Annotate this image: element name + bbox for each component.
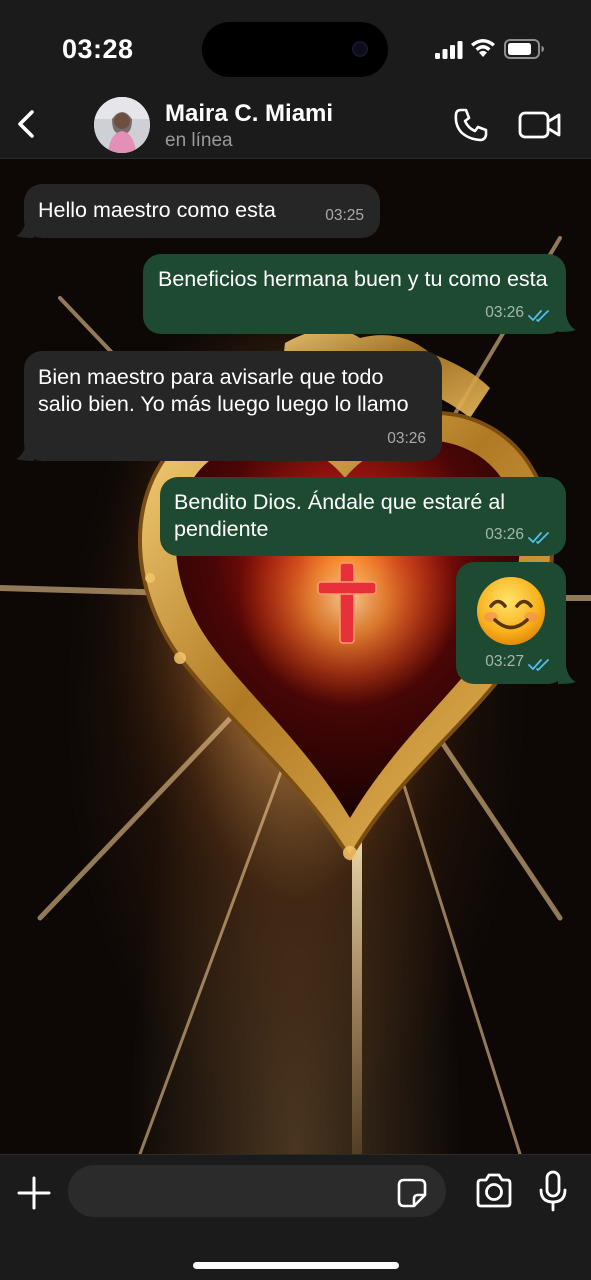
message-time: 03:26 (485, 526, 524, 543)
wifi-icon (471, 39, 495, 57)
contact-status: en línea (165, 130, 233, 151)
phone-icon[interactable] (452, 106, 490, 144)
chat-header: Maira C. Miami en línea (0, 92, 591, 159)
message-text: Hello maestro como esta (38, 198, 276, 222)
contact-name[interactable]: Maira C. Miami (165, 100, 333, 128)
avatar[interactable] (94, 97, 150, 153)
message-incoming[interactable]: Bien maestro para avisarle que todo sali… (24, 351, 442, 461)
battery-icon (504, 39, 544, 59)
message-text: Bien maestro para avisarle que todo sali… (38, 365, 409, 416)
status-bar: 03:28 (0, 0, 591, 92)
read-receipt-icon (528, 310, 549, 322)
front-camera-icon (352, 41, 368, 57)
message-input[interactable] (68, 1165, 446, 1217)
camera-icon[interactable] (474, 1172, 514, 1210)
sticker-icon[interactable] (396, 1177, 428, 1209)
message-time: 03:26 (387, 430, 426, 447)
chat-screen: 03:28 Maira C. Miami en línea Hello maes… (0, 0, 591, 1280)
message-text: Beneficios hermana buen y tu como esta (158, 267, 548, 291)
message-time: 03:26 (485, 304, 524, 321)
message-incoming[interactable]: Hello maestro como esta 03:25 (24, 184, 380, 238)
read-receipt-icon (528, 532, 549, 544)
home-indicator[interactable] (193, 1262, 399, 1269)
message-input-bar (0, 1154, 591, 1280)
message-time: 03:25 (325, 207, 364, 224)
signal-icon (435, 41, 463, 59)
status-time: 03:28 (62, 34, 134, 64)
smiling-face-emoji-icon (477, 577, 545, 645)
dynamic-island (202, 22, 388, 77)
microphone-icon[interactable] (537, 1170, 569, 1212)
message-outgoing[interactable]: Beneficios hermana buen y tu como esta 0… (143, 254, 566, 334)
read-receipt-icon (528, 659, 549, 671)
message-outgoing-emoji[interactable]: 03:27 (456, 562, 566, 684)
video-camera-icon[interactable] (518, 108, 562, 142)
message-outgoing[interactable]: Bendito Dios. Ándale que estaré al pendi… (160, 477, 566, 556)
plus-icon[interactable] (16, 1175, 52, 1211)
message-time: 03:27 (485, 653, 524, 670)
back-chevron-icon[interactable] (10, 106, 44, 142)
contact-photo (94, 97, 150, 153)
